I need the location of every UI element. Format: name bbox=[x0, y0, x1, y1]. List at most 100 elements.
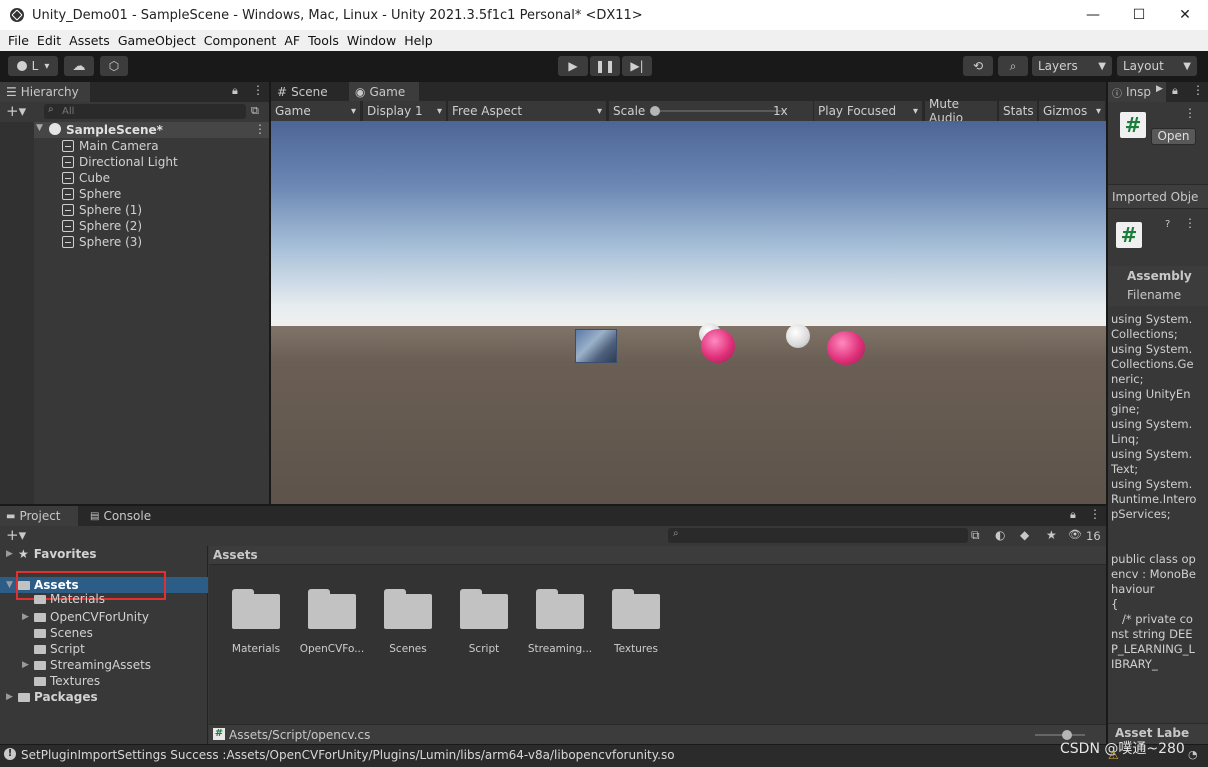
play-mode-dropdown[interactable]: Play Focused bbox=[814, 101, 922, 121]
more-options-icon[interactable]: ⋮ bbox=[252, 83, 264, 97]
tree-folder-item[interactable]: ▶ StreamingAssets bbox=[22, 657, 151, 673]
hierarchy-search-bar: +▾ All ⌕ ⧉ bbox=[0, 102, 269, 122]
tree-folder-item[interactable]: ▶ OpenCVForUnity bbox=[22, 609, 149, 625]
imported-object-label: Imported Obje bbox=[1112, 190, 1199, 204]
step-button[interactable]: ▶| bbox=[622, 56, 652, 76]
play-button[interactable]: ▶ bbox=[558, 56, 588, 76]
layers-dropdown[interactable]: Layers ▼ bbox=[1032, 56, 1112, 76]
menu-assets[interactable]: Assets bbox=[65, 33, 114, 48]
menu-tools[interactable]: Tools bbox=[304, 33, 343, 48]
eye-hidden-icon[interactable]: 👁︎ bbox=[1068, 528, 1082, 541]
hierarchy-item[interactable]: Sphere (1) bbox=[62, 202, 142, 218]
folder-label: OpenCVFo... bbox=[299, 643, 365, 655]
csharp-script-icon: # bbox=[213, 728, 225, 740]
folder-label: StreamingAssets bbox=[50, 658, 152, 672]
imported-object-header: Imported Obje bbox=[1108, 184, 1208, 209]
hierarchy-item[interactable]: Main Camera bbox=[62, 138, 159, 154]
progress-icon[interactable]: ◔ bbox=[1188, 748, 1198, 761]
gizmos-dropdown[interactable]: Gizmos bbox=[1039, 101, 1105, 121]
mute-audio-toggle[interactable]: Mute Audio bbox=[925, 97, 997, 125]
expand-arrow-icon[interactable]: ▼ bbox=[36, 123, 43, 133]
menu-edit[interactable]: Edit bbox=[33, 33, 65, 48]
item-label: Sphere (2) bbox=[79, 219, 143, 233]
maximize-button[interactable]: ☐ bbox=[1116, 0, 1162, 30]
game-view-toolbar: Game Display 1 Free Aspect Scale 1x Play… bbox=[271, 97, 1106, 125]
more-options-icon[interactable]: ⋮ bbox=[1089, 507, 1101, 521]
lock-icon[interactable]: 🔒︎ bbox=[232, 84, 238, 98]
status-message[interactable]: SetPluginImportSettings Success :Assets/… bbox=[21, 748, 675, 762]
open-button[interactable]: Open bbox=[1151, 128, 1196, 145]
lock-icon[interactable]: 🔒︎ bbox=[1070, 508, 1076, 522]
folder-icon bbox=[34, 676, 46, 686]
star-icon[interactable]: ★ bbox=[1046, 528, 1057, 542]
tab-hierarchy[interactable]: ☰ Hierarchy bbox=[0, 82, 90, 102]
expand-arrow-icon[interactable]: ▶ bbox=[6, 549, 18, 559]
favorites-item[interactable]: ▶ ★ Favorites bbox=[6, 546, 96, 562]
hierarchy-item[interactable]: Sphere bbox=[62, 186, 121, 202]
menu-component[interactable]: Component bbox=[200, 33, 281, 48]
hierarchy-tab-label: Hierarchy bbox=[20, 85, 79, 99]
pause-button[interactable]: ❚❚ bbox=[590, 56, 620, 76]
label-icon[interactable]: ◆ bbox=[1020, 528, 1029, 542]
lock-icon[interactable]: 🔒︎ bbox=[1172, 84, 1178, 98]
minimize-button[interactable]: — bbox=[1070, 0, 1116, 30]
filter-icon[interactable]: ◐ bbox=[995, 528, 1005, 542]
scene-row[interactable]: ▼ SampleScene* ⋮ bbox=[34, 122, 269, 138]
tree-folder-item[interactable]: Materials bbox=[22, 593, 105, 605]
add-icon[interactable]: +▾ bbox=[6, 526, 26, 544]
expand-arrow-icon[interactable]: ▶ bbox=[22, 660, 34, 670]
tree-folder-item[interactable]: Script bbox=[22, 641, 85, 657]
search-button[interactable]: ⌕ bbox=[998, 56, 1028, 76]
scale-slider[interactable]: Scale 1x bbox=[609, 101, 813, 121]
scene-visibility-icon[interactable]: ⧉ bbox=[251, 104, 259, 118]
search-placeholder: All bbox=[62, 106, 75, 117]
layout-dropdown[interactable]: Layout ▼ bbox=[1117, 56, 1197, 76]
add-icon[interactable]: +▾ bbox=[6, 102, 26, 120]
expand-arrow-icon[interactable]: ▶ bbox=[6, 692, 18, 702]
collab-button[interactable]: ⬡ bbox=[100, 56, 128, 76]
more-options-icon[interactable]: ⋮ bbox=[1184, 216, 1196, 230]
project-search-input[interactable] bbox=[668, 528, 968, 543]
tab-project[interactable]: ▬ Project bbox=[0, 506, 78, 526]
aspect-dropdown[interactable]: Free Aspect bbox=[448, 101, 606, 121]
account-dropdown[interactable]: L bbox=[8, 56, 58, 76]
list-icon: ☰ bbox=[6, 85, 17, 99]
more-options-icon[interactable]: ⋮ bbox=[1192, 83, 1204, 97]
folder-label: Scenes bbox=[389, 643, 427, 655]
packages-item[interactable]: ▶ Packages bbox=[6, 689, 98, 705]
menu-window[interactable]: Window bbox=[343, 33, 400, 48]
undo-history-button[interactable]: ⟲ bbox=[963, 56, 993, 76]
tab-scene[interactable]: # Scene bbox=[271, 82, 347, 102]
hierarchy-item[interactable]: Sphere (3) bbox=[62, 234, 142, 250]
expand-arrow-icon[interactable]: ▶ bbox=[22, 612, 34, 622]
tab-game[interactable]: ◉ Game bbox=[349, 82, 419, 102]
cloud-button[interactable]: ☁ bbox=[64, 56, 94, 76]
menu-file[interactable]: File bbox=[4, 33, 33, 48]
game-viewport[interactable] bbox=[271, 121, 1106, 504]
tree-folder-item[interactable]: Scenes bbox=[22, 625, 93, 641]
tree-folder-item[interactable]: Textures bbox=[22, 673, 100, 689]
display-dropdown[interactable]: Display 1 bbox=[363, 101, 446, 121]
breadcrumb[interactable]: Assets bbox=[213, 548, 258, 562]
tab-console[interactable]: ▤ Console bbox=[84, 506, 162, 526]
menu-gameobject[interactable]: GameObject bbox=[114, 33, 200, 48]
more-options-icon[interactable]: ⋮ bbox=[254, 122, 266, 136]
help-icon[interactable]: ? bbox=[1165, 219, 1170, 230]
hierarchy-search-input[interactable]: All bbox=[44, 104, 246, 119]
game-mode-dropdown[interactable]: Game bbox=[271, 101, 360, 121]
filename-label: Filename bbox=[1127, 288, 1182, 302]
warning-icon[interactable]: ⚠ bbox=[1108, 748, 1119, 762]
close-button[interactable]: ✕ bbox=[1162, 0, 1208, 30]
more-options-icon[interactable]: ⋮ bbox=[1184, 106, 1196, 120]
hierarchy-item[interactable]: Cube bbox=[62, 170, 110, 186]
window-title-bar: Unity_Demo01 - SampleScene - Windows, Ma… bbox=[0, 0, 1208, 30]
csharp-script-icon: # bbox=[1116, 222, 1142, 248]
csharp-script-icon: # bbox=[1120, 112, 1146, 138]
scale-slider-handle[interactable] bbox=[650, 106, 660, 116]
hierarchy-item[interactable]: Directional Light bbox=[62, 154, 178, 170]
menu-help[interactable]: Help bbox=[400, 33, 437, 48]
hierarchy-item[interactable]: Sphere (2) bbox=[62, 218, 142, 234]
search-by-type-icon[interactable]: ⧉ bbox=[971, 528, 980, 543]
stats-toggle[interactable]: Stats bbox=[999, 101, 1037, 121]
menu-af[interactable]: AF bbox=[280, 33, 304, 48]
